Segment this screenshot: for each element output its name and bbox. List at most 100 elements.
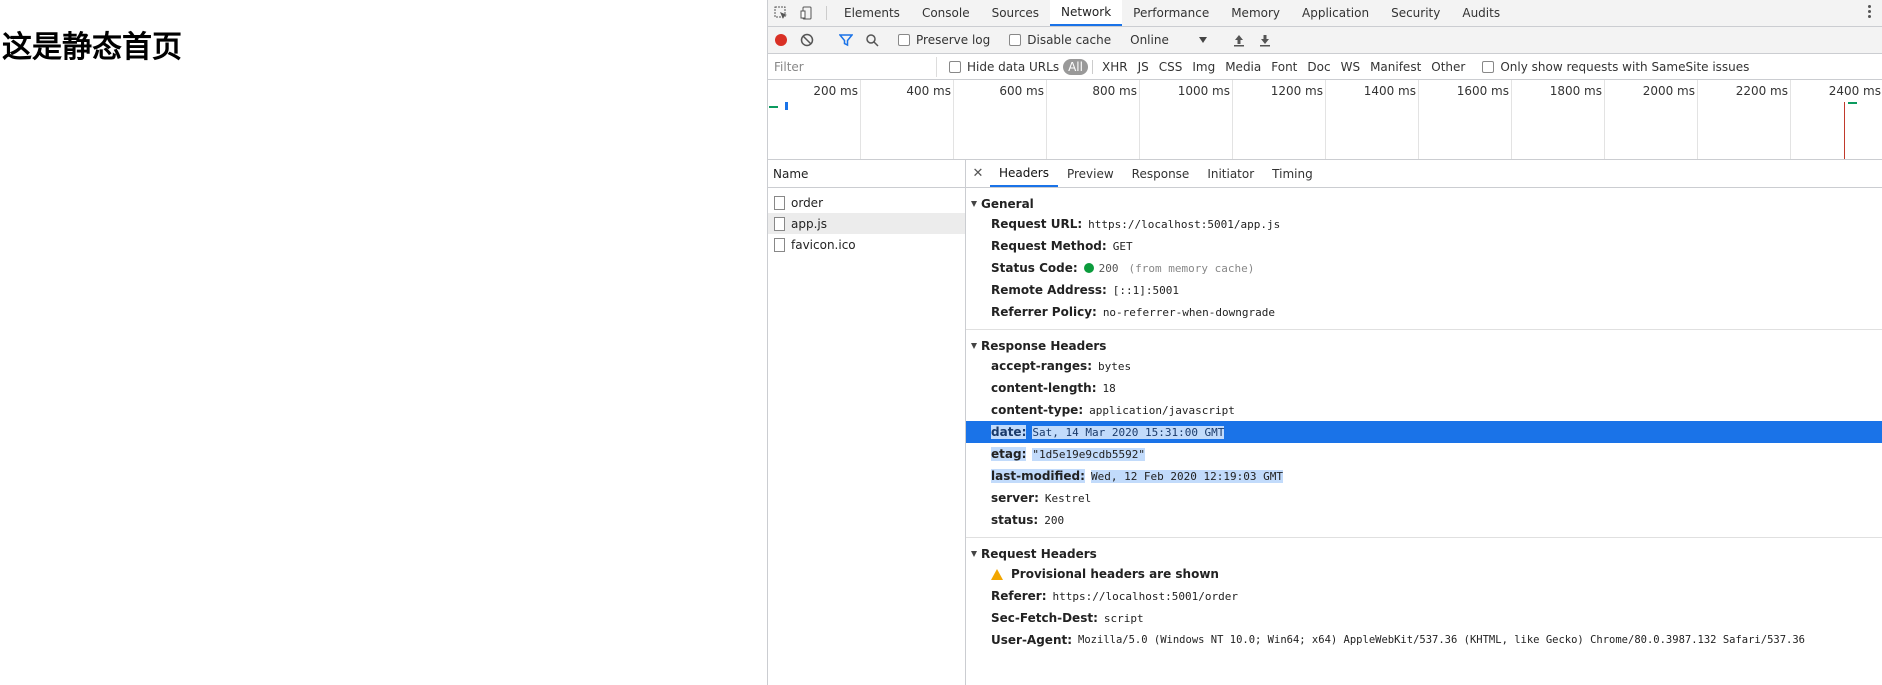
hide-data-urls-checkbox[interactable] bbox=[949, 60, 961, 73]
tab-network[interactable]: Network bbox=[1050, 0, 1123, 26]
tab-console[interactable]: Console bbox=[911, 0, 981, 26]
filter-bar: Hide data URLs All XHR JS CSS Img Media … bbox=[768, 54, 1882, 80]
general-section-toggle[interactable]: General bbox=[966, 194, 1882, 213]
filter-type-ws[interactable]: WS bbox=[1336, 60, 1365, 74]
header-row: server: Kestrel bbox=[966, 487, 1882, 509]
samesite-checkbox[interactable] bbox=[1482, 60, 1495, 73]
warning-icon bbox=[991, 568, 1003, 580]
tab-initiator[interactable]: Initiator bbox=[1198, 160, 1263, 187]
request-detail-pane: ✕ Headers Preview Response Initiator Tim… bbox=[966, 160, 1882, 685]
header-row: Referrer Policy: no-referrer-when-downgra… bbox=[966, 301, 1882, 323]
general-section: General Request URL: https://localhost:50… bbox=[966, 188, 1882, 330]
checkbox-box[interactable] bbox=[1009, 34, 1022, 46]
inspect-element-icon[interactable] bbox=[768, 0, 794, 26]
timeline-gridline bbox=[860, 80, 861, 159]
filter-icon[interactable] bbox=[833, 33, 859, 47]
more-options-icon[interactable] bbox=[1868, 5, 1872, 20]
tab-sources[interactable]: Sources bbox=[981, 0, 1050, 26]
tab-performance[interactable]: Performance bbox=[1122, 0, 1220, 26]
close-icon[interactable]: ✕ bbox=[966, 160, 990, 187]
timeline-tick-label: 600 ms bbox=[999, 84, 1044, 98]
timeline-tick-label: 1400 ms bbox=[1363, 84, 1416, 98]
header-value: 200 bbox=[1098, 261, 1119, 275]
record-icon[interactable] bbox=[768, 33, 794, 47]
timeline-gridline bbox=[1046, 80, 1047, 159]
header-key: Sec-Fetch-Dest: bbox=[991, 611, 1098, 625]
timeline-gridline bbox=[1697, 80, 1698, 159]
filter-type-all[interactable]: All bbox=[1063, 58, 1088, 75]
filter-type-css[interactable]: CSS bbox=[1154, 60, 1188, 74]
request-name: order bbox=[791, 195, 823, 210]
filter-type-font[interactable]: Font bbox=[1266, 60, 1302, 74]
header-key: etag: bbox=[991, 447, 1027, 461]
tab-application[interactable]: Application bbox=[1291, 0, 1380, 26]
filter-type-media[interactable]: Media bbox=[1220, 60, 1266, 74]
request-row[interactable]: app.js bbox=[768, 213, 965, 234]
filter-type-doc[interactable]: Doc bbox=[1302, 60, 1335, 74]
request-headers-toggle[interactable]: Request Headers bbox=[966, 544, 1882, 563]
tab-security[interactable]: Security bbox=[1380, 0, 1451, 26]
header-row: accept-ranges: bytes bbox=[966, 355, 1882, 377]
checkbox-box[interactable] bbox=[898, 34, 910, 46]
header-row: Sec-Fetch-Dest: script bbox=[966, 607, 1882, 629]
tab-timing[interactable]: Timing bbox=[1263, 160, 1322, 187]
header-value: Wed, 12 Feb 2020 12:19:03 GMT bbox=[1090, 469, 1284, 483]
header-row: last-modified: Wed, 12 Feb 2020 12:19:03 … bbox=[966, 465, 1882, 487]
network-lower-panel: Name order app.js favicon.ico ✕ Headers … bbox=[768, 160, 1882, 685]
tab-response[interactable]: Response bbox=[1123, 160, 1199, 187]
header-value: script bbox=[1103, 611, 1144, 625]
request-name: favicon.ico bbox=[791, 237, 856, 252]
response-headers-toggle[interactable]: Response Headers bbox=[966, 336, 1882, 355]
header-key: content-length: bbox=[991, 381, 1097, 395]
section-title: Response Headers bbox=[981, 338, 1107, 353]
timeline-tick-label: 1600 ms bbox=[1456, 84, 1509, 98]
provisional-warning: Provisional headers are shown bbox=[966, 563, 1882, 585]
response-headers-section: Response Headers accept-ranges: bytes con… bbox=[966, 330, 1882, 538]
tab-headers[interactable]: Headers bbox=[990, 160, 1058, 187]
device-toolbar-icon[interactable] bbox=[794, 0, 820, 26]
name-column-header[interactable]: Name bbox=[768, 160, 965, 188]
timeline-tick-label: 2200 ms bbox=[1735, 84, 1788, 98]
request-row[interactable]: order bbox=[768, 192, 965, 213]
request-row[interactable]: favicon.ico bbox=[768, 234, 965, 255]
header-key: Request Method: bbox=[991, 239, 1107, 253]
filter-type-img[interactable]: Img bbox=[1187, 60, 1220, 74]
filter-type-xhr[interactable]: XHR bbox=[1097, 60, 1133, 74]
throttling-select[interactable]: Online bbox=[1130, 33, 1207, 47]
header-value: 18 bbox=[1102, 381, 1116, 395]
timeline-tick-label: 1200 ms bbox=[1270, 84, 1323, 98]
disable-cache-label: Disable cache bbox=[1027, 33, 1112, 47]
network-toolbar: Preserve log Disable cache Online bbox=[768, 27, 1882, 54]
header-key: accept-ranges: bbox=[991, 359, 1092, 373]
filter-type-js[interactable]: JS bbox=[1133, 60, 1154, 74]
export-har-icon[interactable] bbox=[1252, 33, 1278, 47]
header-row: Request URL: https://localhost:5001/app.j… bbox=[966, 213, 1882, 235]
header-value: Sat, 14 Mar 2020 15:31:00 GMT bbox=[1032, 425, 1225, 439]
timeline-tick-label: 200 ms bbox=[813, 84, 858, 98]
filter-type-other[interactable]: Other bbox=[1426, 60, 1470, 74]
disable-cache-checkbox[interactable]: Disable cache bbox=[1009, 33, 1111, 47]
tab-preview[interactable]: Preview bbox=[1058, 160, 1123, 187]
header-row: content-length: 18 bbox=[966, 377, 1882, 399]
search-icon[interactable] bbox=[859, 33, 885, 47]
header-row: Remote Address: [::1]:5001 bbox=[966, 279, 1882, 301]
preserve-log-label: Preserve log bbox=[916, 33, 991, 47]
network-overview-timeline[interactable]: 200 ms 400 ms 600 ms 800 ms 1000 ms 1200… bbox=[768, 80, 1882, 160]
timeline-tick-label: 1800 ms bbox=[1549, 84, 1602, 98]
tab-memory[interactable]: Memory bbox=[1220, 0, 1291, 26]
toolbar-separator bbox=[826, 6, 827, 20]
filter-type-manifest[interactable]: Manifest bbox=[1365, 60, 1426, 74]
timeline-gridline bbox=[1232, 80, 1233, 159]
tab-audits[interactable]: Audits bbox=[1451, 0, 1511, 26]
filter-input[interactable] bbox=[772, 56, 937, 77]
preserve-log-checkbox[interactable]: Preserve log bbox=[898, 33, 990, 47]
import-har-icon[interactable] bbox=[1226, 33, 1252, 47]
clear-icon[interactable] bbox=[794, 33, 820, 47]
status-ok-icon bbox=[1083, 263, 1094, 273]
header-value: no-referrer-when-downgrade bbox=[1102, 305, 1275, 319]
expand-triangle-icon bbox=[971, 342, 977, 349]
tab-elements[interactable]: Elements bbox=[833, 0, 911, 26]
header-value: bytes bbox=[1098, 359, 1132, 373]
samesite-label: Only show requests with SameSite issues bbox=[1500, 59, 1750, 74]
timeline-gridline bbox=[953, 80, 954, 159]
